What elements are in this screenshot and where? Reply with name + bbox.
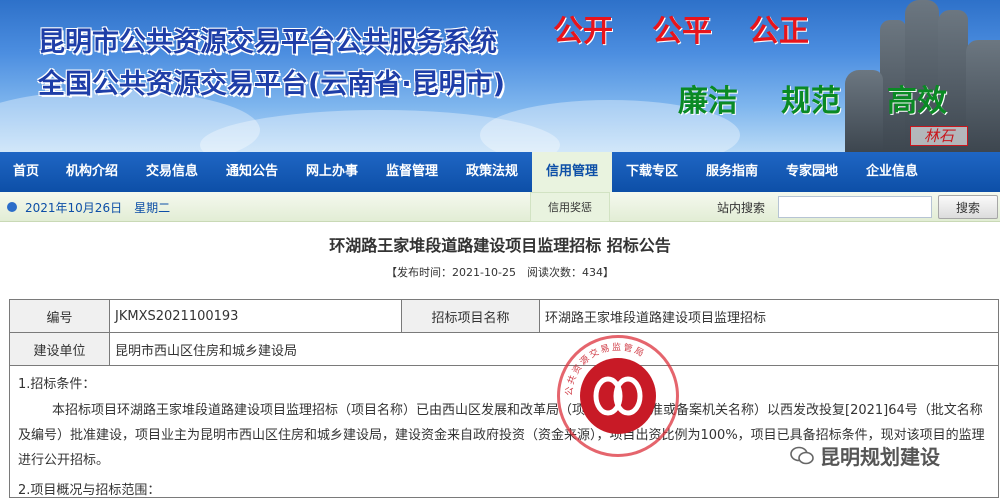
value-number: JKMXS2021100193 <box>109 299 402 333</box>
section-heading: 1.招标条件： <box>18 377 96 392</box>
info-bar: 2021年10月26日 星期二 站内搜索 搜索 <box>0 192 1000 222</box>
nav-item-supervision[interactable]: 监督管理 <box>372 152 452 192</box>
table-row: 建设单位 昆明市西山区住房和城乡建设局 <box>9 332 999 366</box>
nav-item-policy[interactable]: 政策法规 <box>452 152 532 192</box>
nav-item-trade-info[interactable]: 交易信息 <box>132 152 212 192</box>
slogan-fair: 公平 <box>652 14 712 49</box>
slogan-efficient: 高效 <box>887 84 947 119</box>
nav-item-experts[interactable]: 专家园地 <box>772 152 852 192</box>
site-title: 昆明市公共资源交易平台公共服务系统 <box>38 27 497 58</box>
nav-item-online-service[interactable]: 网上办事 <box>292 152 372 192</box>
slogan-just: 公正 <box>749 14 809 49</box>
article-title: 环湖路王家堆段道路建设项目监理招标 招标公告 <box>329 236 671 255</box>
slogan-clean: 廉洁 <box>678 84 738 119</box>
site-subtitle: 全国公共资源交易平台(云南省·昆明市) <box>38 69 505 100</box>
slogan-open: 公开 <box>553 14 613 49</box>
wechat-icon <box>790 446 814 464</box>
main-nav: 首页 机构介绍 交易信息 通知公告 网上办事 监督管理 政策法规 信用管理 下载… <box>0 152 1000 192</box>
nav-item-credit[interactable]: 信用管理 <box>532 152 612 192</box>
label-builder: 建设单位 <box>9 332 110 366</box>
banner-stone <box>966 40 1000 152</box>
nav-item-guide[interactable]: 服务指南 <box>692 152 772 192</box>
stone-forest-seal: 林石 <box>910 126 968 146</box>
subnav-item-credit-rewards[interactable]: 信用奖惩 <box>530 192 610 222</box>
search-button[interactable]: 搜索 <box>938 195 998 219</box>
banner-stone <box>845 70 883 152</box>
watermark-text: 昆明规划建设 <box>820 445 940 469</box>
date-icon <box>7 202 17 212</box>
value-builder: 昆明市西山区住房和城乡建设局 <box>109 332 999 366</box>
search-label: 站内搜索 <box>717 201 766 215</box>
label-project-name: 招标项目名称 <box>401 299 540 333</box>
nav-item-notices[interactable]: 通知公告 <box>212 152 292 192</box>
article-meta: 【发布时间：2021-10-25 阅读次数：434】 <box>386 266 614 279</box>
seal-logo-icon <box>580 358 656 434</box>
nav-item-companies[interactable]: 企业信息 <box>852 152 932 192</box>
current-date: 2021年10月26日 星期二 <box>25 201 171 215</box>
value-project-name: 环湖路王家堆段道路建设项目监理招标 <box>539 299 999 333</box>
nav-item-home[interactable]: 首页 <box>0 152 52 192</box>
nav-item-downloads[interactable]: 下载专区 <box>612 152 692 192</box>
slogan-standard: 规范 <box>781 84 841 119</box>
search-input[interactable] <box>778 196 932 218</box>
official-seal: 公共资源交易监管局 <box>557 335 679 457</box>
wechat-watermark: 昆明规划建设 <box>790 441 940 470</box>
nav-item-about[interactable]: 机构介绍 <box>52 152 132 192</box>
project-info-table: 编号 JKMXS2021100193 招标项目名称 环湖路王家堆段道路建设项目监… <box>9 299 999 366</box>
table-row: 编号 JKMXS2021100193 招标项目名称 环湖路王家堆段道路建设项目监… <box>9 299 999 333</box>
section-heading: 2.项目概况与招标范围： <box>18 483 161 498</box>
label-number: 编号 <box>9 299 110 333</box>
header-banner: 昆明市公共资源交易平台公共服务系统 全国公共资源交易平台(云南省·昆明市) 公开… <box>0 0 1000 152</box>
